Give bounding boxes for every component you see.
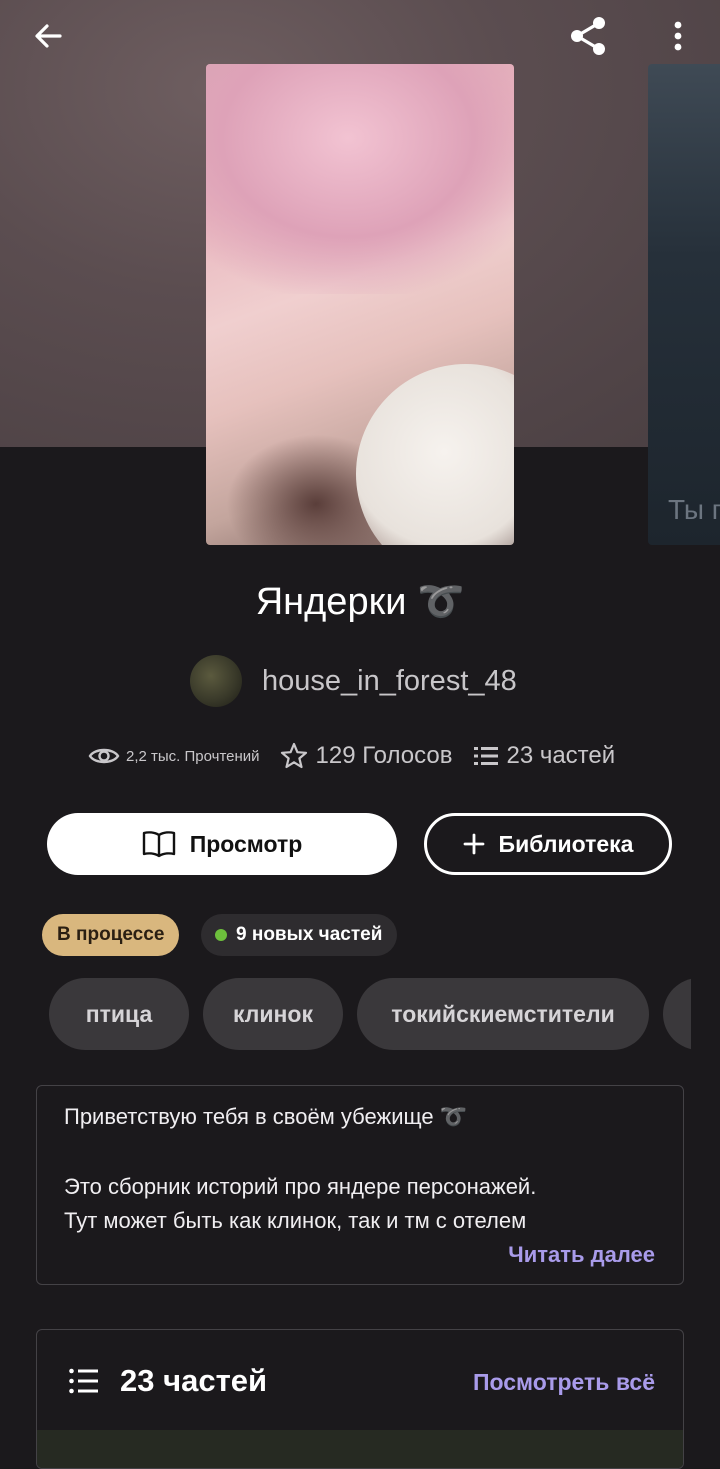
story-description[interactable]: Приветствую тебя в своём убежище ➰ Это с…	[36, 1085, 684, 1285]
author-avatar	[190, 655, 242, 707]
library-button-label: Библиотека	[498, 830, 634, 857]
reads-count: 2,2 тыс. Прочтений	[126, 747, 260, 765]
top-bar	[0, 0, 720, 70]
story-cover[interactable]	[206, 64, 514, 545]
arrow-left-icon	[35, 24, 62, 48]
cover-art	[206, 64, 514, 294]
author-name: house_in_forest_48	[262, 664, 517, 697]
open-book-icon	[142, 831, 175, 858]
read-button[interactable]: Просмотр	[47, 813, 397, 875]
tag-chip[interactable]: токийскиемстители	[357, 978, 649, 1050]
plus-icon	[463, 833, 484, 855]
story-title: Яндерки ➰	[255, 581, 465, 623]
part-list-item[interactable]	[37, 1430, 683, 1468]
tag-chip[interactable]	[663, 978, 691, 1050]
new-parts-badge: 9 новых частей	[201, 914, 398, 956]
read-more-link[interactable]: Читать далее	[508, 1242, 655, 1268]
more-options-button[interactable]	[656, 12, 700, 60]
next-story-title: Ты п	[668, 494, 720, 525]
story-stats: 2,2 тыс. Прочтений 129 Голосов 23 частей	[88, 736, 615, 776]
list-icon	[69, 1368, 98, 1394]
add-to-library-button[interactable]: Библиотека	[424, 813, 672, 875]
tag-chip[interactable]: птица	[49, 978, 189, 1050]
new-parts-label: 9 новых частей	[236, 924, 383, 945]
votes-count: 129 Голосов	[315, 742, 453, 769]
parts-title: 23 частей	[120, 1363, 268, 1398]
author-link[interactable]: house_in_forest_48	[190, 654, 517, 708]
back-button[interactable]	[20, 12, 76, 60]
description-line: Приветствую тебя в своём убежище ➰	[64, 1104, 468, 1129]
read-button-label: Просмотр	[189, 830, 303, 857]
view-all-link[interactable]: Посмотреть всё	[473, 1369, 655, 1396]
parts-count: 23 частей	[506, 742, 616, 769]
share-button[interactable]	[560, 10, 616, 62]
list-icon	[474, 747, 499, 765]
tag-list: птица клинок токийскиемстители	[49, 978, 691, 1050]
more-vertical-icon	[674, 21, 682, 51]
star-icon	[280, 742, 307, 769]
tag-chip[interactable]: клинок	[203, 978, 343, 1050]
status-badge: В процессе	[42, 914, 180, 956]
parts-section: 23 частей Посмотреть всё	[36, 1329, 684, 1469]
votes-stat: 129 Голосов	[280, 742, 453, 770]
next-story-cover[interactable]: Ты п	[648, 64, 720, 545]
new-dot-icon	[215, 929, 227, 941]
parts-stat: 23 частей	[474, 742, 615, 770]
description-line: Тут может быть как клинок, так и тм с от…	[64, 1208, 527, 1233]
reads-stat: 2,2 тыс. Прочтений	[88, 745, 260, 767]
eye-icon	[88, 748, 120, 764]
description-line: Это сборник историй про яндере персонаже…	[64, 1174, 537, 1199]
share-icon	[571, 17, 605, 55]
